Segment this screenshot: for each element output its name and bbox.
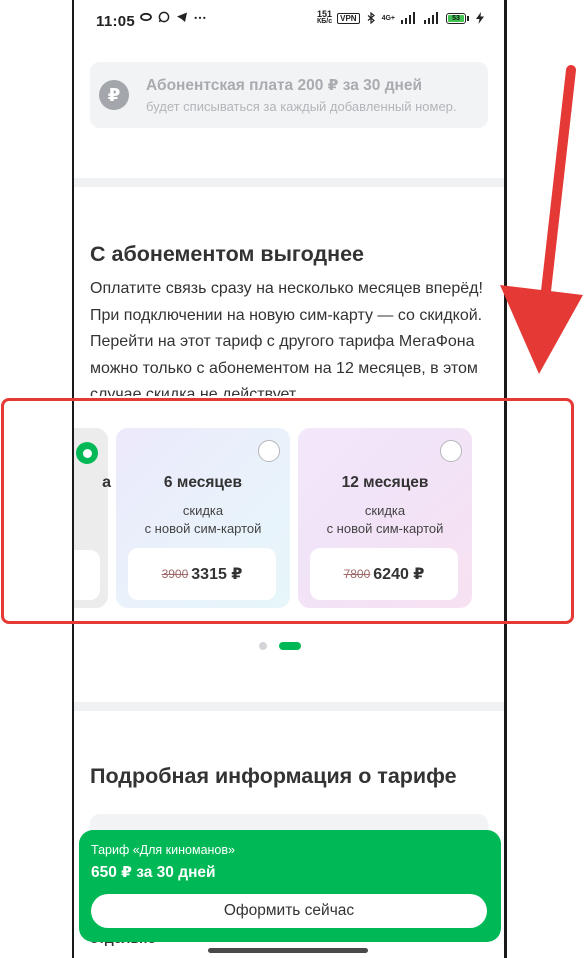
network-type: 4G+ <box>381 14 395 22</box>
status-time: 11:05 <box>96 13 136 30</box>
telegram-icon <box>177 12 187 22</box>
order-now-button[interactable]: Оформить сейчас <box>91 894 487 928</box>
signal-icon <box>401 12 415 24</box>
battery-icon: 53 <box>446 12 469 24</box>
subscription-description: Оплатите связь сразу на несколько месяце… <box>90 280 483 396</box>
vpn-badge: VPN <box>337 12 360 24</box>
bluetooth-icon <box>367 12 375 24</box>
charging-icon <box>476 12 484 24</box>
status-left-icons <box>140 11 206 23</box>
battery-level: 53 <box>448 14 464 22</box>
annotation-highlight-box <box>1 398 574 624</box>
carousel-pagination <box>259 642 301 650</box>
section-divider <box>74 178 504 187</box>
signal-icon <box>424 12 438 24</box>
tariff-price: 650 ₽ за 30 дней <box>91 864 216 881</box>
fee-notice-card: ₽ Абонентская плата 200 ₽ за 30 дней буд… <box>90 62 488 128</box>
ruble-icon: ₽ <box>99 80 129 110</box>
tariff-bottom-panel: Тариф «Для киноманов» 650 ₽ за 30 дней О… <box>79 830 501 942</box>
net-speed: 151 КБ/с <box>317 10 332 26</box>
pagination-dot[interactable] <box>259 642 267 650</box>
annotation-arrow-icon <box>500 65 583 374</box>
sync-icon <box>140 12 152 22</box>
subscription-title: С абонементом выгоднее <box>90 242 364 266</box>
tariff-name: Тариф «Для киноманов» <box>91 843 235 857</box>
pagination-dot-active[interactable] <box>279 642 301 650</box>
net-speed-unit: КБ/с <box>316 18 333 25</box>
section-divider <box>74 702 504 711</box>
status-bar: 11:05 151 КБ/с VPN 4G+ 53 <box>74 0 504 40</box>
fee-notice-title: Абонентская плата 200 ₽ за 30 дней <box>146 77 423 94</box>
status-right-icons: 151 КБ/с VPN 4G+ 53 <box>317 10 486 26</box>
fee-notice-subtitle: будет списываться за каждый добавленный … <box>146 99 457 114</box>
more-icon <box>194 16 206 19</box>
home-indicator[interactable] <box>208 948 368 953</box>
whatsapp-icon <box>158 11 170 23</box>
details-title: Подробная информация о тарифе <box>90 764 457 788</box>
net-speed-value: 151 <box>316 9 332 19</box>
